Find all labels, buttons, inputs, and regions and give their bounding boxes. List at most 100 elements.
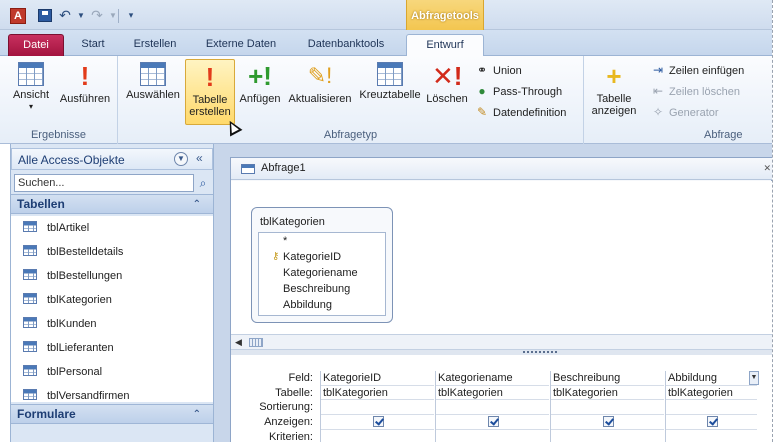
show-cell[interactable] bbox=[436, 415, 549, 430]
delete-query-icon: ✕! bbox=[432, 61, 463, 91]
tabelle-anzeigen-button[interactable]: + Tabelle anzeigen bbox=[586, 59, 642, 125]
query-design-window: Abfrage1 ✕ tblKategorien * ⚷ KategorieID … bbox=[230, 157, 773, 442]
document-tab[interactable]: Abfrage1 ✕ bbox=[231, 158, 773, 180]
table-cell[interactable]: tblKategorien bbox=[321, 386, 434, 401]
builder-icon: ✧ bbox=[652, 105, 664, 119]
tab-start[interactable]: Start bbox=[70, 34, 116, 56]
show-cell[interactable] bbox=[321, 415, 434, 430]
scroll-thumb[interactable] bbox=[249, 338, 263, 347]
field-item[interactable]: Beschreibung bbox=[259, 281, 385, 297]
grid-column[interactable]: KategorieID tblKategorien bbox=[320, 371, 434, 442]
datendefinition-button[interactable]: ✎ Datendefinition bbox=[474, 102, 566, 122]
show-cell[interactable] bbox=[666, 415, 757, 430]
table-cell[interactable]: tblKategorien bbox=[666, 386, 757, 401]
table-icon bbox=[23, 317, 37, 328]
field-cell[interactable]: Abbildung ▼ bbox=[666, 371, 759, 386]
show-cell[interactable] bbox=[551, 415, 664, 430]
query-icon bbox=[241, 164, 255, 174]
row-label: Feld: bbox=[288, 372, 313, 384]
crosstab-query-icon bbox=[377, 62, 403, 86]
anfuegen-button[interactable]: +! Anfügen bbox=[236, 59, 284, 125]
tabelle-erstellen-button[interactable]: ! Tabelle erstellen bbox=[185, 59, 235, 125]
field-cell[interactable]: Beschreibung bbox=[551, 371, 664, 386]
pass-through-button[interactable]: ● Pass-Through bbox=[474, 81, 562, 101]
chevron-down-icon[interactable]: ▼ bbox=[174, 152, 188, 166]
chevron-down-icon[interactable]: ▼ bbox=[749, 371, 759, 385]
table-cell[interactable]: tblKategorien bbox=[551, 386, 664, 401]
field-item[interactable]: ⚷ KategorieID bbox=[259, 249, 385, 265]
list-item[interactable]: tblBestellungen bbox=[11, 264, 213, 288]
table-pane[interactable]: tblKategorien * ⚷ KategorieID Kategoriena… bbox=[231, 181, 773, 334]
undo-icon[interactable]: ↶ bbox=[58, 8, 72, 22]
qat-separator bbox=[118, 9, 119, 23]
list-item[interactable]: tblKategorien bbox=[11, 288, 213, 312]
kreuztabelle-button[interactable]: Kreuztabelle bbox=[356, 59, 424, 125]
collapse-pane-icon[interactable]: « bbox=[196, 151, 203, 165]
sort-cell[interactable] bbox=[551, 400, 664, 416]
show-checkbox[interactable] bbox=[373, 416, 384, 428]
horizontal-scrollbar[interactable]: ◀ bbox=[231, 334, 773, 350]
field-cell[interactable]: Kategoriename bbox=[436, 371, 549, 386]
close-icon[interactable]: ✕ bbox=[763, 163, 771, 174]
ansicht-button[interactable]: Ansicht ▾ bbox=[8, 59, 54, 125]
ausfuehren-button[interactable]: ! Ausführen bbox=[56, 59, 114, 125]
tab-erstellen[interactable]: Erstellen bbox=[124, 34, 186, 56]
show-checkbox[interactable] bbox=[488, 416, 499, 428]
tab-datenbanktools[interactable]: Datenbanktools bbox=[296, 34, 396, 56]
row-label: Tabelle: bbox=[275, 386, 313, 399]
criteria-cell[interactable] bbox=[321, 430, 434, 442]
show-checkbox[interactable] bbox=[603, 416, 614, 428]
sort-cell[interactable] bbox=[436, 400, 549, 416]
group-abfragetyp: Auswählen ! Tabelle erstellen +! Anfügen… bbox=[118, 56, 584, 144]
field-item[interactable]: * bbox=[259, 233, 385, 249]
field-item[interactable]: Kategoriename bbox=[259, 265, 385, 281]
access-icon[interactable]: A bbox=[10, 8, 26, 24]
show-checkbox[interactable] bbox=[707, 416, 718, 428]
grid-column[interactable]: Beschreibung tblKategorien bbox=[550, 371, 664, 442]
field-item[interactable]: Abbildung bbox=[259, 297, 385, 313]
save-icon[interactable] bbox=[38, 9, 52, 22]
table-cell[interactable]: tblKategorien bbox=[436, 386, 549, 401]
criteria-cell[interactable] bbox=[666, 430, 757, 442]
union-button[interactable]: ⚭ Union bbox=[474, 60, 522, 80]
group-abfragesetup: + Tabelle anzeigen ⇥ Zeilen einfügen ⇤ Zei… bbox=[584, 56, 772, 144]
scroll-left-icon[interactable]: ◀ bbox=[235, 337, 242, 348]
list-item[interactable]: tblPersonal bbox=[11, 360, 213, 384]
aktualisieren-button[interactable]: ✎! Aktualisieren bbox=[285, 59, 355, 125]
grid-column[interactable]: Kategoriename tblKategorien bbox=[435, 371, 549, 442]
list-item[interactable]: tblArtikel bbox=[11, 216, 213, 240]
undo-dropdown-icon[interactable]: ▼ bbox=[74, 9, 88, 22]
nav-section-tabellen[interactable]: Tabellen ⌃ bbox=[11, 194, 213, 214]
key-icon: ⚷ bbox=[272, 251, 280, 262]
tab-externe-daten[interactable]: Externe Daten bbox=[196, 34, 286, 56]
field-cell[interactable]: KategorieID bbox=[321, 371, 434, 386]
loeschen-button[interactable]: ✕! Löschen bbox=[424, 59, 470, 125]
list-item[interactable]: tblKunden bbox=[11, 312, 213, 336]
customize-qat-icon[interactable]: ▾ bbox=[124, 9, 138, 22]
list-item[interactable]: tblLieferanten bbox=[11, 336, 213, 360]
union-icon: ⚭ bbox=[476, 63, 488, 77]
tab-entwurf[interactable]: Entwurf bbox=[406, 34, 484, 57]
table-icon bbox=[23, 365, 37, 376]
nav-section-formulare[interactable]: Formulare ⌃ bbox=[11, 404, 213, 424]
field-list-title: tblKategorien bbox=[260, 216, 325, 228]
redo-icon: ↷ bbox=[91, 7, 103, 23]
navigation-pane: Alle Access-Objekte ▼ « Suchen... ⌕ Tabe… bbox=[10, 144, 214, 442]
list-item[interactable]: tblBestelldetails bbox=[11, 240, 213, 264]
nav-header[interactable]: Alle Access-Objekte ▼ « bbox=[11, 148, 213, 170]
tab-datei[interactable]: Datei bbox=[8, 34, 64, 56]
criteria-cell[interactable] bbox=[436, 430, 549, 442]
grid-column[interactable]: Abbildung ▼ tblKategorien bbox=[665, 371, 759, 442]
table-icon bbox=[23, 221, 37, 232]
sort-cell[interactable] bbox=[321, 400, 434, 416]
row-label: Sortierung: bbox=[259, 401, 313, 414]
data-definition-icon: ✎ bbox=[476, 105, 488, 119]
sort-cell[interactable] bbox=[666, 400, 757, 416]
context-group-header: Abfragetools bbox=[406, 0, 484, 30]
zeilen-einfuegen-button[interactable]: ⇥ Zeilen einfügen bbox=[650, 60, 744, 80]
search-icon[interactable]: ⌕ bbox=[195, 174, 211, 192]
criteria-cell[interactable] bbox=[551, 430, 664, 442]
search-input[interactable]: Suchen... bbox=[14, 174, 194, 192]
field-list-window[interactable]: tblKategorien * ⚷ KategorieID Kategoriena… bbox=[251, 207, 393, 323]
auswaehlen-button[interactable]: Auswählen bbox=[122, 59, 184, 125]
